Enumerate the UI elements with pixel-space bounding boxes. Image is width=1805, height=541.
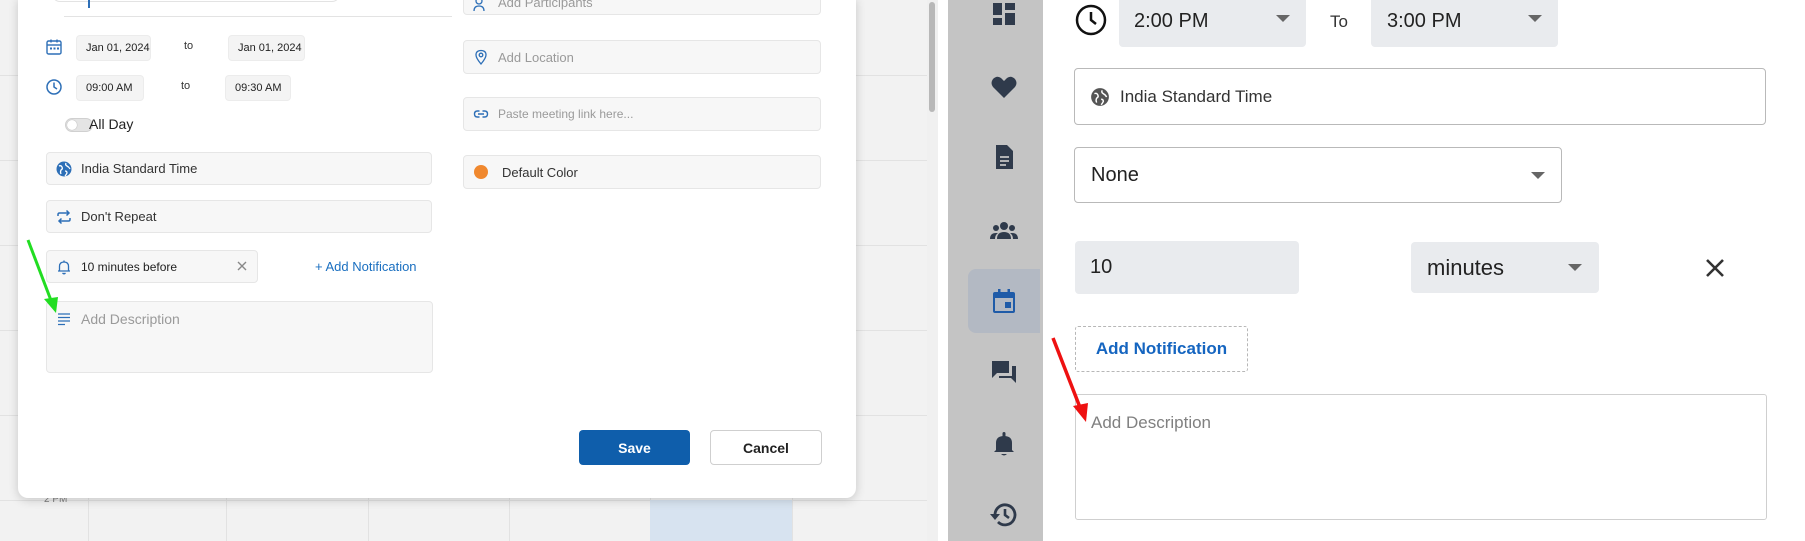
toggle-knob (67, 120, 77, 130)
calendar-icon[interactable] (968, 269, 1040, 333)
timezone-field[interactable]: India Standard Time (46, 152, 432, 185)
start-time-value: 09:00 AM (86, 82, 133, 94)
repeat-select[interactable]: None (1074, 147, 1562, 203)
end-time-field[interactable]: 09:30 AM (225, 75, 291, 101)
color-label: Default Color (502, 164, 578, 180)
meeting-link-placeholder: Paste meeting link here... (498, 107, 634, 121)
bell-icon[interactable] (968, 412, 1040, 476)
start-date-value: Jan 01, 2024 (86, 42, 150, 54)
history-icon[interactable] (968, 483, 1040, 541)
dashboard-icon[interactable] (968, 0, 1040, 46)
add-notification-button[interactable]: Add Notification (1075, 326, 1248, 372)
save-button[interactable]: Save (579, 430, 690, 465)
all-day-label: All Day (89, 116, 134, 132)
timezone-value: India Standard Time (81, 161, 198, 176)
end-time-value: 09:30 AM (235, 82, 282, 94)
calendar-selected-slot[interactable] (650, 500, 792, 541)
date-to-label: to (184, 40, 194, 52)
green-arrow-annotation (26, 239, 58, 313)
clock-icon (1075, 4, 1107, 36)
description-textarea[interactable]: Add Description (1075, 394, 1767, 520)
heart-icon[interactable] (968, 55, 1040, 119)
close-icon[interactable] (1703, 256, 1727, 280)
globe-icon (1091, 87, 1109, 106)
start-time-field[interactable]: 09:00 AM (76, 75, 144, 101)
start-time-value: 2:00 PM (1134, 10, 1209, 32)
repeat-value: None (1091, 163, 1139, 186)
description-placeholder: Add Description (81, 311, 180, 327)
end-time-value: 3:00 PM (1387, 10, 1462, 32)
timezone-field[interactable]: India Standard Time (1074, 68, 1766, 125)
title-input-cursor (88, 0, 90, 8)
repeat-icon (55, 208, 73, 226)
person-add-icon (472, 0, 490, 13)
cancel-button[interactable]: Cancel (710, 430, 822, 465)
red-arrow-annotation (1051, 337, 1088, 422)
end-date-value: Jan 01, 2024 (238, 42, 302, 54)
chevron-down-icon (1528, 15, 1542, 22)
location-pin-icon (472, 48, 490, 66)
notification-amount-input[interactable]: 10 (1075, 241, 1299, 294)
chevron-down-icon (1568, 264, 1582, 271)
time-to-label: to (181, 80, 191, 92)
scrollbar-thumb[interactable] (929, 2, 935, 112)
right-screenshot-panel: 2:00 PM To 3:00 PM India Standard Time N… (948, 0, 1805, 541)
notification-unit-value: minutes (1427, 254, 1505, 280)
chat-icon[interactable] (968, 340, 1040, 404)
participants-placeholder: Add Participants (498, 0, 593, 10)
participants-field[interactable]: Add Participants (463, 0, 821, 15)
people-icon[interactable] (968, 198, 1040, 262)
chevron-down-icon (1276, 15, 1290, 22)
location-field[interactable]: Add Location (463, 40, 821, 74)
document-icon[interactable] (968, 125, 1040, 189)
location-placeholder: Add Location (498, 49, 574, 65)
to-label: To (1330, 12, 1348, 31)
globe-icon (55, 160, 73, 178)
clock-icon (45, 78, 63, 96)
end-date-field[interactable]: Jan 01, 2024 (228, 35, 305, 61)
repeat-value: Don't Repeat (81, 209, 157, 224)
start-time-select[interactable]: 2:00 PM (1119, 0, 1306, 47)
timezone-value: India Standard Time (1120, 86, 1273, 106)
notification-value: 10 minutes before (81, 259, 178, 274)
calendar-icon (45, 38, 63, 56)
app-sidebar (948, 0, 1043, 541)
meeting-link-field[interactable]: Paste meeting link here... (463, 97, 821, 131)
notification-amount-value: 10 (1090, 256, 1113, 278)
end-time-select[interactable]: 3:00 PM (1371, 0, 1558, 47)
title-input-edge[interactable] (52, 0, 340, 2)
color-field[interactable]: Default Color (463, 155, 821, 189)
start-date-field[interactable]: Jan 01, 2024 (76, 35, 151, 61)
repeat-field[interactable]: Don't Repeat (46, 200, 432, 233)
chevron-down-icon (1531, 172, 1545, 179)
event-modal: Jan 01, 2024 to Jan 01, 2024 09:00 AM to… (18, 0, 856, 498)
color-swatch-icon (472, 163, 490, 181)
close-icon[interactable] (233, 257, 251, 275)
left-screenshot-panel: 2 PM Jan 01, 2024 to Jan 01, 2024 09:00 … (0, 0, 938, 541)
link-icon (472, 105, 490, 123)
title-underline (64, 16, 452, 17)
notification-unit-select[interactable]: minutes (1411, 242, 1599, 293)
notification-field[interactable]: 10 minutes before (46, 250, 258, 283)
description-field[interactable]: Add Description (46, 301, 433, 373)
description-placeholder: Add Description (1091, 413, 1212, 432)
add-notification-link[interactable]: + Add Notification (315, 259, 417, 274)
